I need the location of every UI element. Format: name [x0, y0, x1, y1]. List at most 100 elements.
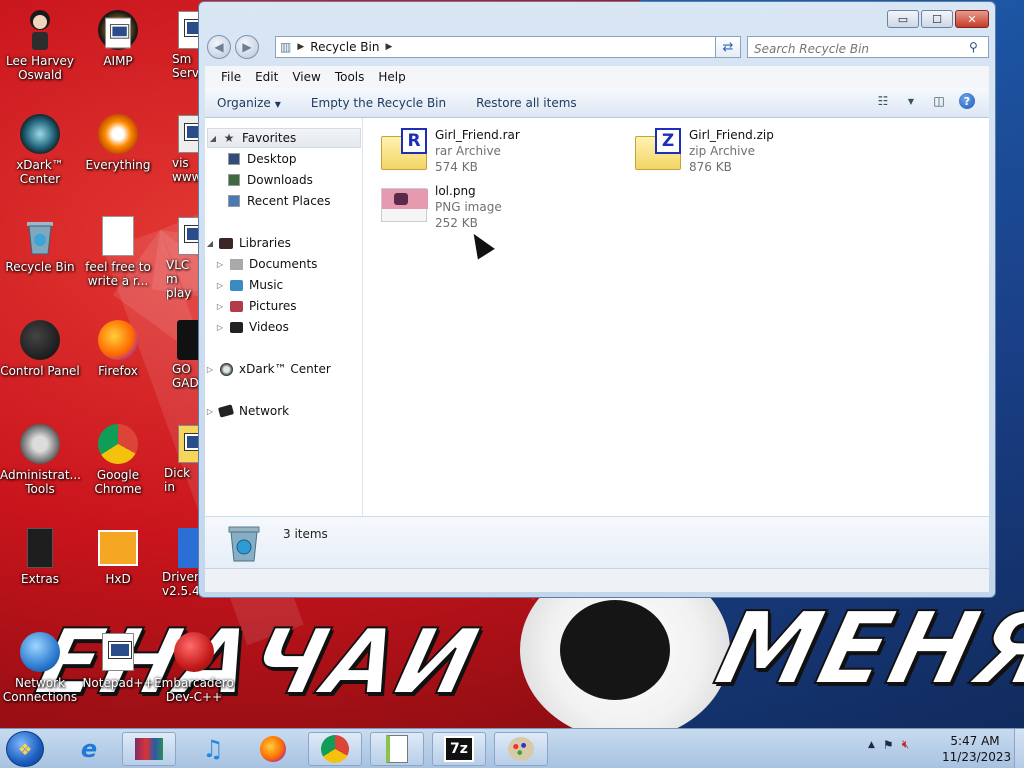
explorer-window: ▭ ☐ ✕ ◀ ▶ ▥ ▶ Recycle Bin ▶ ▼ ⇄ ⚲ File E…	[198, 1, 996, 598]
navigation-bar: ◀ ▶ ▥ ▶ Recycle Bin ▶ ▼ ⇄ ⚲	[207, 34, 989, 60]
chevron-down-icon[interactable]: ▼	[903, 93, 919, 109]
recycle-bin-icon	[225, 523, 263, 563]
taskbar-itunes[interactable]: ♫	[186, 732, 240, 766]
desktop-icon-control-panel[interactable]: Control Panel	[0, 318, 80, 378]
wallpaper-text-right: МЕНЯ	[704, 589, 1024, 708]
winrar-icon	[135, 738, 163, 760]
restore-all-items-button[interactable]: Restore all items	[476, 96, 577, 110]
extras-icon	[18, 526, 62, 570]
tree-item-recent-places[interactable]: Recent Places	[205, 191, 330, 211]
breadcrumb-separator-icon: ▶	[385, 42, 393, 52]
file-size: 574 KB	[435, 160, 478, 174]
documents-icon	[228, 256, 244, 272]
address-bar[interactable]: ▥ ▶ Recycle Bin ▶ ▼	[275, 36, 741, 58]
change-view-icon[interactable]: ☷	[875, 93, 891, 109]
taskbar-chrome[interactable]	[308, 732, 362, 766]
tree-item-libraries[interactable]: ◢ Libraries	[205, 233, 291, 253]
image-thumbnail-icon	[381, 184, 428, 226]
collapse-arrow-icon[interactable]: ◢	[208, 134, 218, 143]
menu-tools[interactable]: Tools	[329, 70, 371, 84]
taskbar-7zip[interactable]: 7z	[432, 732, 486, 766]
breadcrumb-recycle-bin[interactable]: Recycle Bin	[310, 40, 379, 54]
close-button[interactable]: ✕	[955, 10, 989, 28]
desktop-icon-recycle-bin[interactable]: Recycle Bin	[0, 214, 80, 274]
menu-file[interactable]: File	[215, 70, 247, 84]
start-button[interactable]: ❖	[6, 731, 44, 767]
paint-icon	[508, 737, 534, 761]
anime-avatar-icon	[18, 8, 62, 52]
show-desktop-button[interactable]	[1014, 729, 1024, 768]
maximize-button[interactable]: ☐	[921, 10, 953, 28]
expand-arrow-icon[interactable]: ▷	[215, 281, 225, 290]
expand-arrow-icon[interactable]: ▷	[215, 302, 225, 311]
notepadpp-icon	[386, 735, 408, 763]
tree-item-videos[interactable]: ▷ Videos	[205, 317, 289, 337]
chrome-icon	[321, 735, 349, 763]
desktop-icon-extras[interactable]: Extras	[0, 526, 80, 586]
search-input[interactable]	[747, 36, 989, 58]
action-center-icon[interactable]: ⚑	[883, 738, 894, 752]
desktop-icon-network-connections[interactable]: Network Connections	[0, 630, 80, 704]
file-type: rar Archive	[435, 144, 501, 158]
recycle-bin-small-icon: ▥	[280, 40, 292, 54]
taskbar-notepadpp[interactable]	[370, 732, 424, 766]
volume-muted-icon[interactable]: 🔇︎	[902, 737, 910, 752]
taskbar: ❖ e ♫ 7z ▲ ⚑ 🔇︎ 5:47 AM 11/23/2023	[0, 728, 1024, 768]
firefox-icon	[96, 318, 140, 362]
text-file-icon	[96, 214, 140, 258]
menu-help[interactable]: Help	[372, 70, 411, 84]
show-hidden-icons-icon[interactable]: ▲	[868, 740, 875, 750]
recycle-bin-icon	[18, 214, 62, 258]
system-clock[interactable]: 5:47 AM 11/23/2023	[942, 733, 1011, 765]
tree-item-pictures[interactable]: ▷ Pictures	[205, 296, 297, 316]
file-type: PNG image	[435, 200, 502, 214]
content-area: ◢ ★ Favorites Desktop Downloads Recent P…	[205, 118, 989, 516]
help-icon[interactable]: ?	[959, 93, 975, 109]
taskbar-firefox[interactable]	[246, 732, 300, 766]
menu-view[interactable]: View	[286, 70, 326, 84]
tree-item-music[interactable]: ▷ Music	[205, 275, 283, 295]
tree-item-desktop[interactable]: Desktop	[205, 149, 297, 169]
desktop-icon-devcpp[interactable]: Embarcadero Dev-C++	[152, 630, 236, 704]
tree-item-network[interactable]: ▷ Network	[205, 401, 289, 421]
navigation-pane: ◢ ★ Favorites Desktop Downloads Recent P…	[205, 118, 363, 516]
taskbar-internet-explorer[interactable]: e	[62, 732, 116, 766]
pictures-icon	[228, 298, 244, 314]
back-button[interactable]: ◀	[207, 35, 231, 59]
organize-button[interactable]: Organize ▼	[217, 96, 281, 110]
expand-arrow-icon[interactable]: ▷	[215, 260, 225, 269]
collapse-arrow-icon[interactable]: ◢	[205, 239, 215, 248]
empty-recycle-bin-button[interactable]: Empty the Recycle Bin	[311, 96, 446, 110]
file-type: zip Archive	[689, 144, 755, 158]
taskbar-winrar[interactable]	[122, 732, 176, 766]
minimize-button[interactable]: ▭	[887, 10, 919, 28]
network-icon	[217, 403, 235, 419]
desktop-icon-xdark-center[interactable]: xDark™ Center	[0, 112, 80, 186]
file-item-lol-png[interactable]: lol.png PNG image 252 KB	[381, 182, 601, 230]
status-bar	[205, 568, 989, 592]
7zip-icon: 7z	[444, 736, 474, 762]
tree-item-favorites[interactable]: ◢ ★ Favorites	[207, 128, 361, 148]
expand-arrow-icon[interactable]: ▷	[205, 407, 215, 416]
search-icon[interactable]: ⚲	[969, 40, 978, 54]
tree-item-documents[interactable]: ▷ Documents	[205, 254, 318, 274]
file-item-girl-friend-rar[interactable]: R Girl_Friend.rar rar Archive 574 KB	[381, 126, 601, 174]
refresh-button[interactable]: ⇄	[715, 36, 741, 58]
forward-button[interactable]: ▶	[235, 35, 259, 59]
devcpp-icon	[172, 630, 216, 674]
desktop-icon-lee-harvey-oswald[interactable]: Lee Harvey Oswald	[0, 8, 80, 82]
tree-item-xdark-center[interactable]: ▷ xDark™ Center	[205, 359, 331, 379]
chrome-icon	[96, 422, 140, 466]
expand-arrow-icon[interactable]: ▷	[215, 323, 225, 332]
tree-item-downloads[interactable]: Downloads	[205, 170, 313, 190]
taskbar-paint[interactable]	[494, 732, 548, 766]
itunes-icon: ♫	[202, 735, 224, 763]
xdark-center-icon	[18, 112, 62, 156]
menu-edit[interactable]: Edit	[249, 70, 284, 84]
file-name: Girl_Friend.rar	[435, 128, 520, 142]
desktop-icon-admin-tools[interactable]: Administrat... Tools	[0, 422, 81, 496]
preview-pane-icon[interactable]: ◫	[931, 93, 947, 109]
file-item-girl-friend-zip[interactable]: Z Girl_Friend.zip zip Archive 876 KB	[635, 126, 855, 174]
desktop-icon-notepadpp[interactable]: Notepad++	[78, 630, 158, 690]
expand-arrow-icon[interactable]: ▷	[205, 365, 215, 374]
